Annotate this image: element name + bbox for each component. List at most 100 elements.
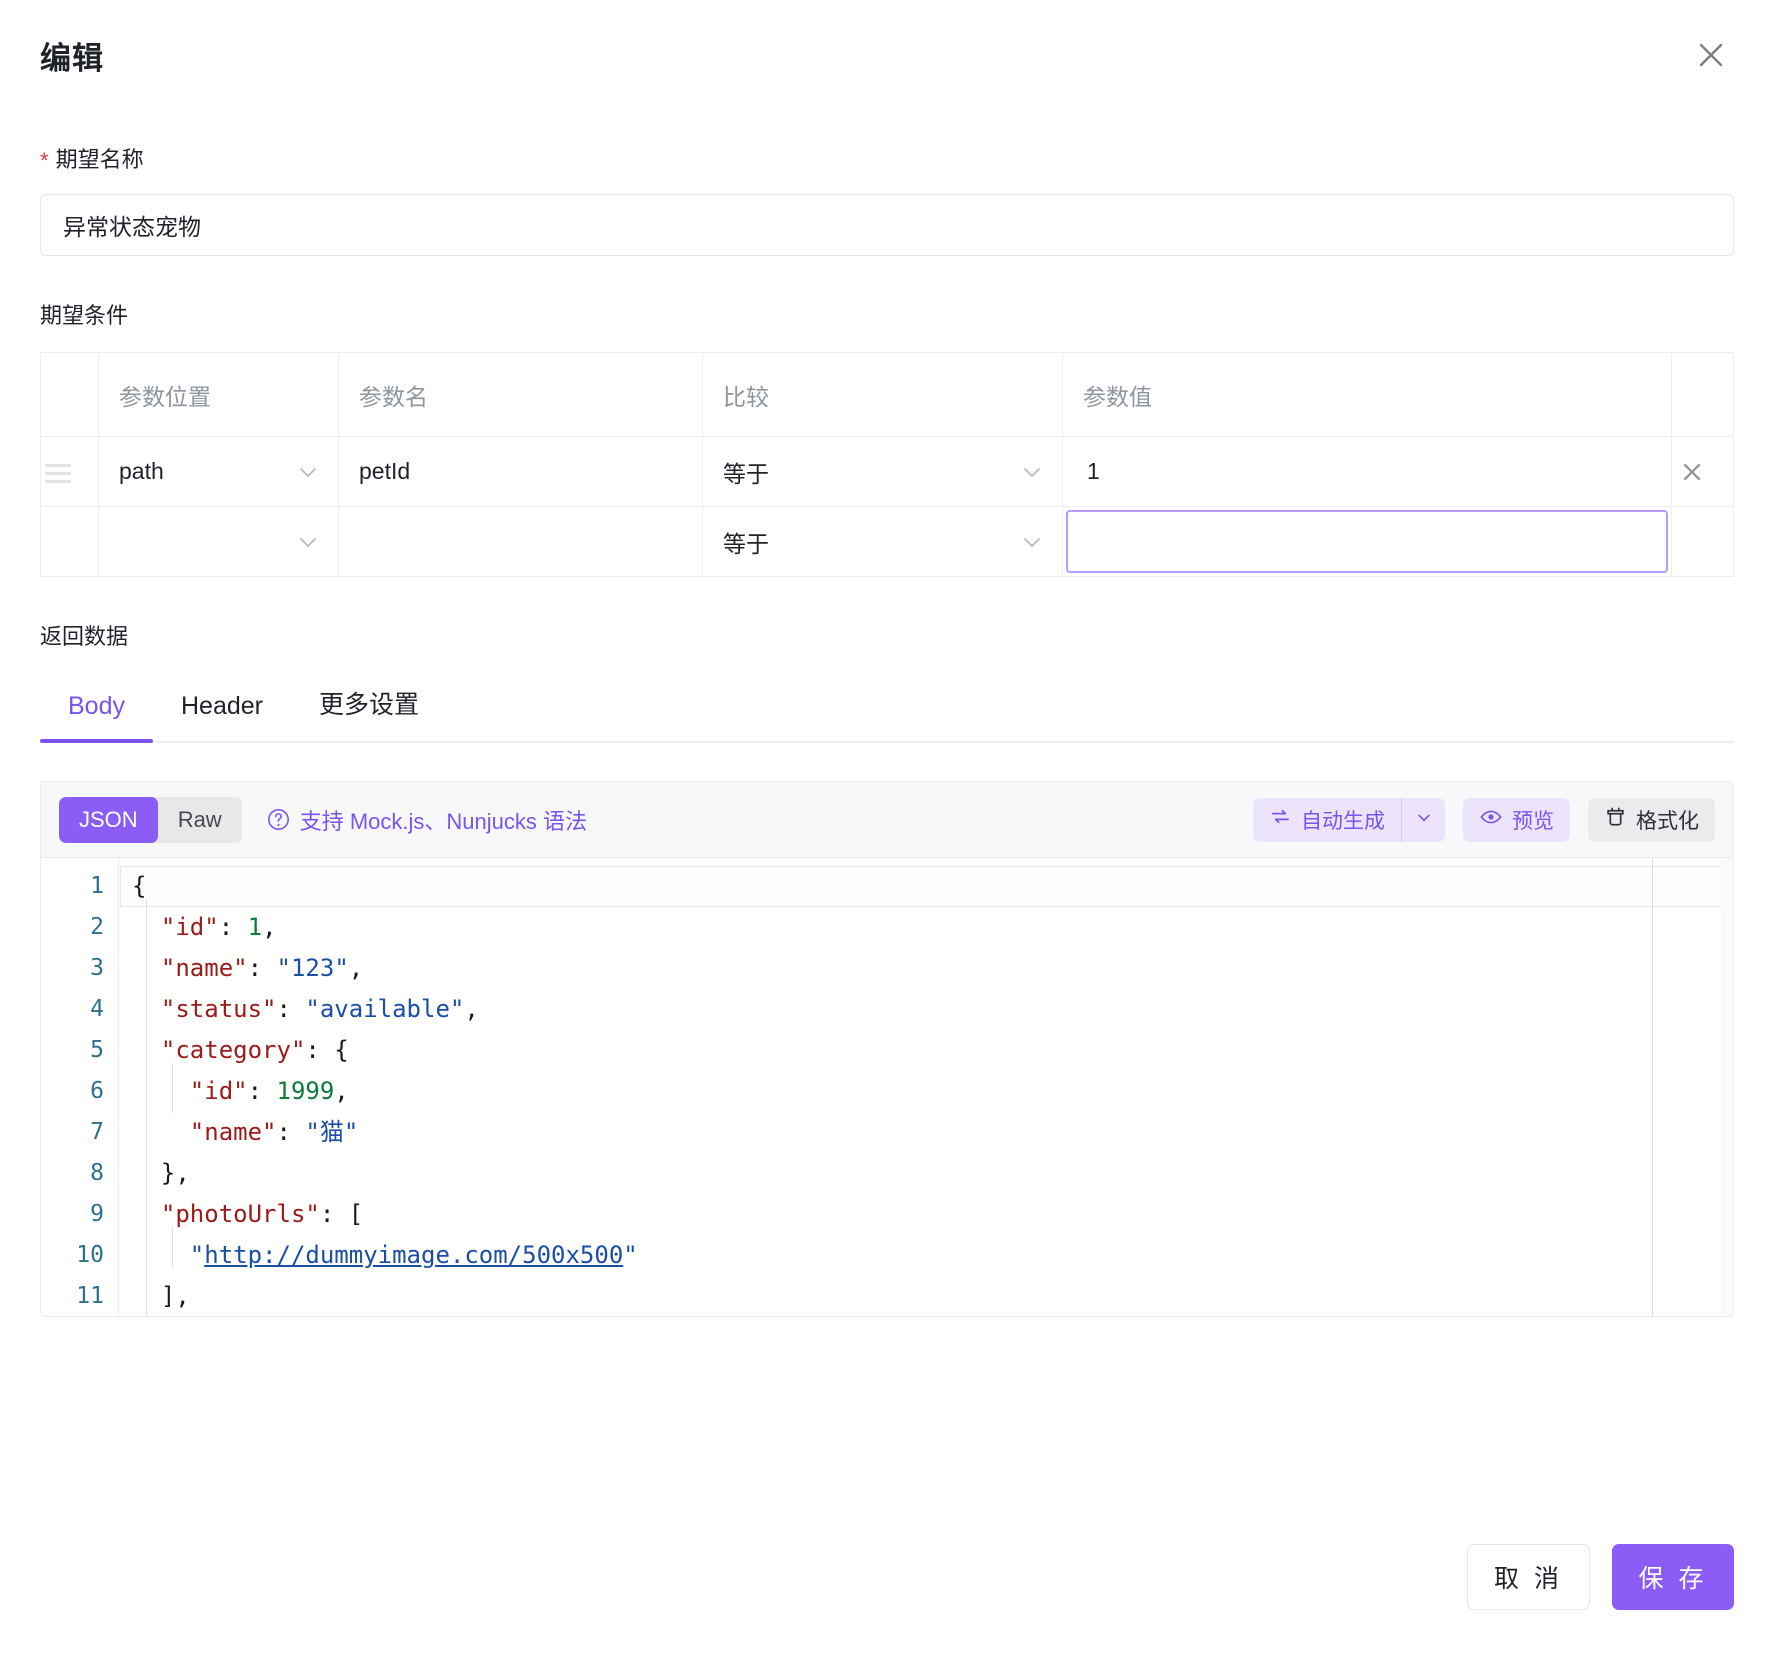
preview-button[interactable]: 预览 xyxy=(1463,798,1570,842)
auto-generate-button[interactable]: 自动生成 xyxy=(1253,805,1401,835)
editor-toolbar-actions: 自动生成 xyxy=(1253,798,1715,842)
expectation-name-input[interactable] xyxy=(40,194,1734,256)
format-label: 格式化 xyxy=(1636,805,1699,835)
cell-param-name[interactable] xyxy=(339,437,703,507)
editor-ruler xyxy=(1652,858,1653,1317)
comparator-select[interactable]: 等于 xyxy=(703,437,1062,506)
row-drag-cell xyxy=(41,507,99,577)
location-select[interactable] xyxy=(99,507,338,576)
param-value-input[interactable] xyxy=(1066,510,1668,573)
table-header-row: 参数位置 参数名 比较 参数值 xyxy=(41,353,1734,437)
cell-action xyxy=(1672,437,1734,507)
format-segmented-control: JSON Raw xyxy=(59,797,242,843)
mock-syntax-hint[interactable]: 支持 Mock.js、Nunjucks 语法 xyxy=(266,804,587,836)
code-line: }, xyxy=(120,1153,1733,1194)
chevron-down-icon xyxy=(296,460,320,484)
line-number: 6 xyxy=(41,1071,104,1112)
auto-generate-button-group: 自动生成 xyxy=(1253,798,1445,842)
dialog-footer: 取 消 保 存 xyxy=(1467,1544,1734,1610)
save-button[interactable]: 保 存 xyxy=(1612,1544,1734,1610)
location-select-value: path xyxy=(119,458,164,485)
param-name-input[interactable] xyxy=(339,437,702,506)
segment-json[interactable]: JSON xyxy=(59,797,158,843)
eye-icon xyxy=(1479,805,1503,835)
location-select[interactable]: path xyxy=(99,437,338,506)
response-tabs: Body Header 更多设置 xyxy=(40,677,1734,743)
required-marker: * xyxy=(40,150,49,172)
edit-expectation-dialog: 编辑 * 期望名称 期望条件 参数位置 参数名 比较 参数值 xyxy=(0,0,1774,1660)
cell-action xyxy=(1672,507,1734,577)
chevron-down-icon xyxy=(1020,460,1044,484)
tab-header[interactable]: Header xyxy=(153,684,291,741)
code-line: ], xyxy=(120,1276,1733,1317)
line-number: 11 xyxy=(41,1276,104,1317)
table-row: path 等于 xyxy=(41,437,1734,507)
cell-param-value[interactable] xyxy=(1063,437,1672,507)
cell-location[interactable] xyxy=(99,507,339,577)
indent-guide xyxy=(172,1227,173,1268)
delete-condition-button[interactable] xyxy=(1672,452,1712,492)
mock-syntax-hint-text: 支持 Mock.js、Nunjucks 语法 xyxy=(300,804,587,836)
cell-location[interactable]: path xyxy=(99,437,339,507)
cell-comparator[interactable]: 等于 xyxy=(703,507,1063,577)
code-content[interactable]: { "id": 1, "name": "123", "status": "ava… xyxy=(120,858,1733,1317)
code-editor-area[interactable]: 1 2 3 4 5 6 7 8 9 10 11 12 13 { "id": 1,… xyxy=(41,858,1733,1317)
tab-more-settings[interactable]: 更多设置 xyxy=(291,677,447,741)
conditions-table: 参数位置 参数名 比较 参数值 path xyxy=(40,352,1734,577)
conditions-section-label: 期望条件 xyxy=(40,298,1734,330)
cell-comparator[interactable]: 等于 xyxy=(703,437,1063,507)
column-header-param-value: 参数值 xyxy=(1063,353,1672,437)
code-line: "id": 1, xyxy=(120,907,1733,948)
close-icon xyxy=(1680,460,1704,484)
response-section-label: 返回数据 xyxy=(40,619,1734,651)
line-number: 7 xyxy=(41,1112,104,1153)
auto-generate-dropdown-button[interactable] xyxy=(1401,798,1445,842)
page-title: 编辑 xyxy=(40,33,104,78)
comparator-select-value: 等于 xyxy=(723,525,769,559)
segment-raw[interactable]: Raw xyxy=(158,797,242,843)
close-dialog-button[interactable] xyxy=(1688,32,1734,78)
drag-handle-icon[interactable] xyxy=(41,458,75,489)
code-line: "http://dummyimage.com/500x500" xyxy=(120,1235,1733,1276)
line-number: 1 xyxy=(41,866,104,907)
preview-button-inner: 预览 xyxy=(1463,805,1570,835)
param-value-wrap xyxy=(1063,507,1671,576)
refresh-icon xyxy=(1269,805,1292,834)
column-header-action xyxy=(1672,353,1734,437)
chevron-down-icon xyxy=(296,530,320,554)
chevron-down-icon xyxy=(1414,807,1434,833)
line-number: 9 xyxy=(41,1194,104,1235)
cell-param-value[interactable] xyxy=(1063,507,1672,577)
line-number: 4 xyxy=(41,989,104,1030)
table-row: 等于 xyxy=(41,507,1734,577)
auto-generate-label: 自动生成 xyxy=(1301,805,1385,835)
comparator-select-value: 等于 xyxy=(723,455,769,489)
cell-param-name[interactable] xyxy=(339,507,703,577)
column-header-comparator: 比较 xyxy=(703,353,1063,437)
code-line: "id": 1999, xyxy=(120,1071,1733,1112)
cancel-button[interactable]: 取 消 xyxy=(1467,1544,1590,1610)
format-button[interactable]: 格式化 xyxy=(1588,798,1715,842)
line-number: 3 xyxy=(41,948,104,989)
close-icon xyxy=(1696,40,1726,70)
param-name-input[interactable] xyxy=(339,507,702,576)
comparator-select[interactable]: 等于 xyxy=(703,507,1062,576)
code-line: "status": "available", xyxy=(120,989,1733,1030)
body-editor: JSON Raw 支持 Mock.js、Nunjucks 语法 xyxy=(40,781,1734,1317)
editor-vertical-scrollbar[interactable] xyxy=(1721,858,1733,1317)
param-value-wrap xyxy=(1063,437,1671,506)
indent-guide xyxy=(146,899,147,1317)
question-circle-icon xyxy=(266,807,291,832)
line-number: 8 xyxy=(41,1153,104,1194)
code-line: "photoUrls": [ xyxy=(120,1194,1733,1235)
param-value-input[interactable] xyxy=(1067,441,1667,502)
indent-guide xyxy=(172,1063,173,1113)
tab-body[interactable]: Body xyxy=(40,684,153,741)
column-header-location: 参数位置 xyxy=(99,353,339,437)
row-drag-cell xyxy=(41,437,99,507)
column-header-handle xyxy=(41,353,99,437)
line-number: 5 xyxy=(41,1030,104,1071)
preview-label: 预览 xyxy=(1512,805,1554,835)
line-number: 10 xyxy=(41,1235,104,1276)
code-line: "category": { xyxy=(120,1030,1733,1071)
